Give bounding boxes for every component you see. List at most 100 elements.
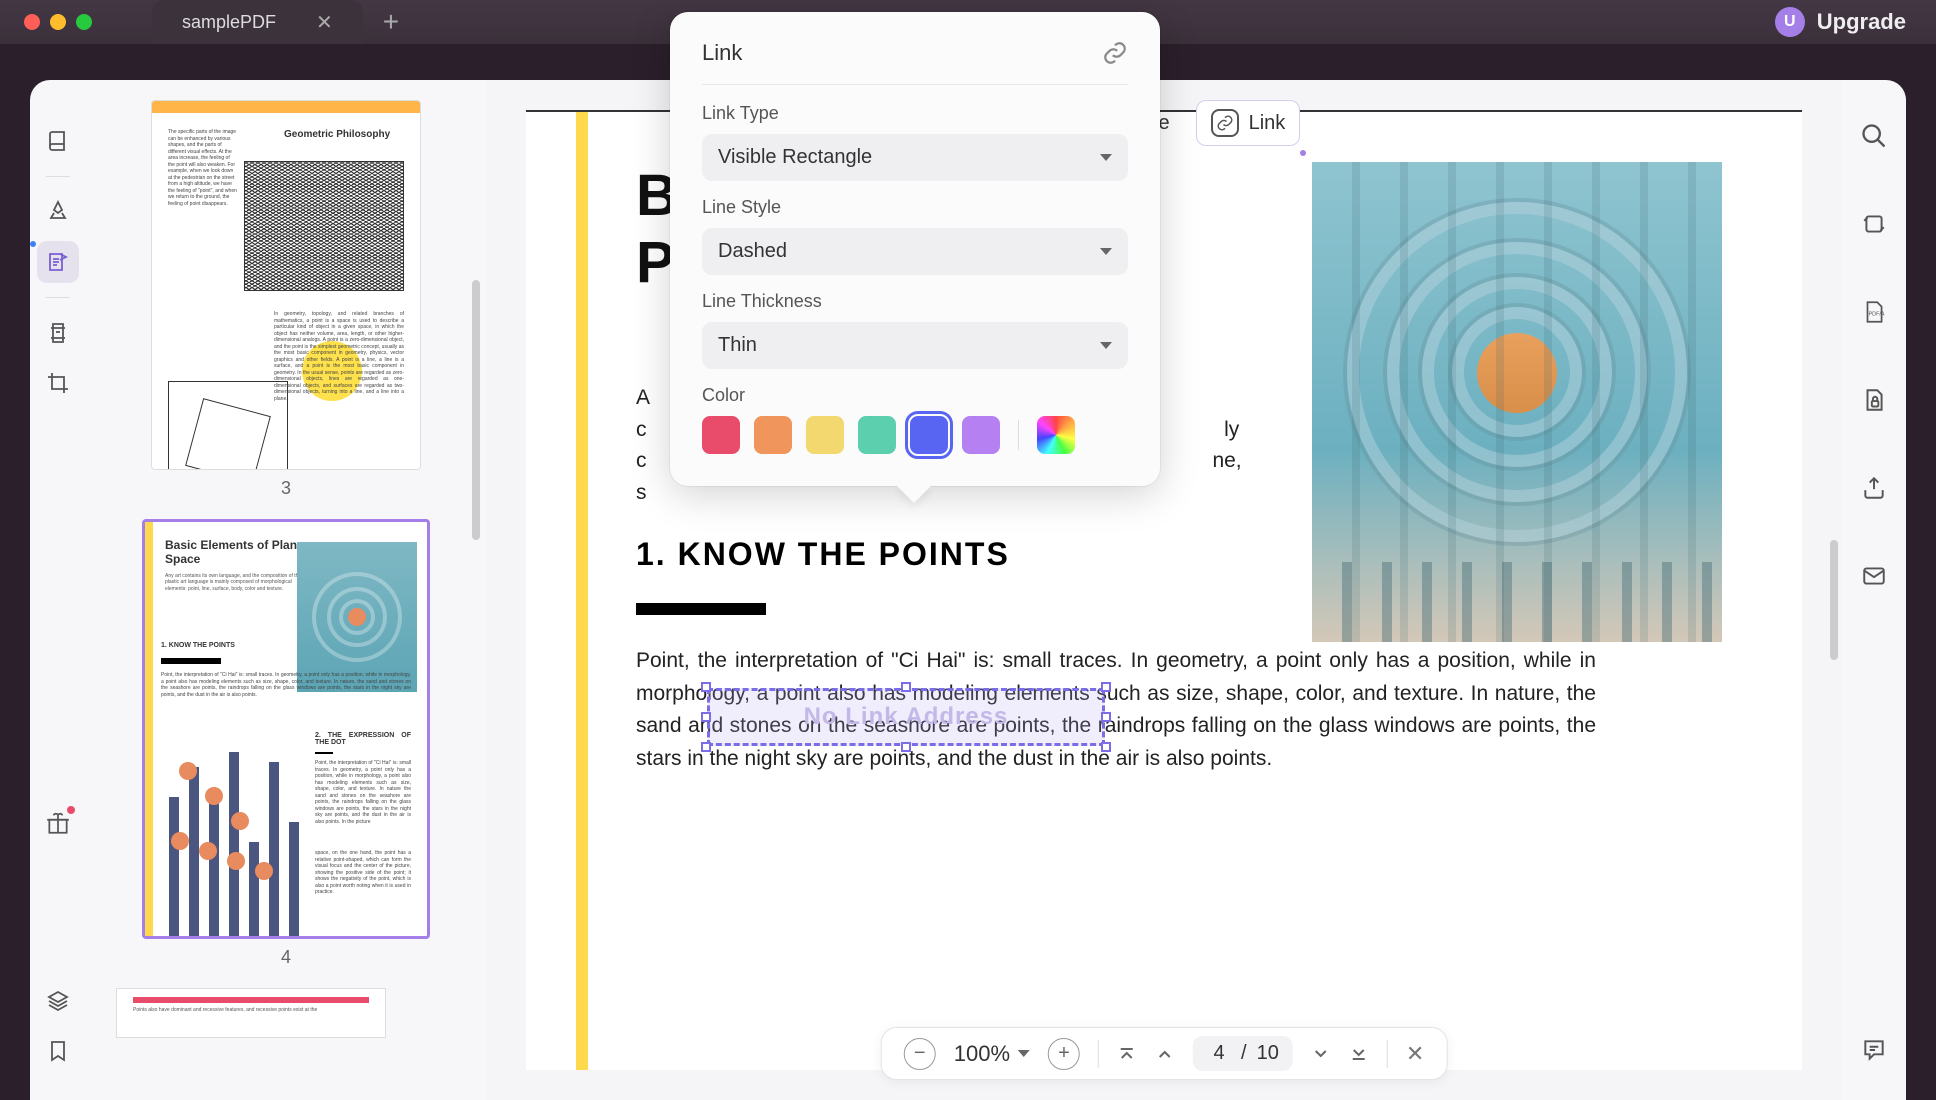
close-toolbar-button[interactable]: ✕ (1406, 1041, 1424, 1067)
page-image (1312, 162, 1722, 642)
layers-icon (46, 989, 70, 1013)
highlighter-tool[interactable] (37, 191, 79, 233)
comment-button[interactable] (1854, 1030, 1894, 1070)
thumb-text: Point, the interpretation of "Ci Hai" is… (315, 760, 411, 825)
thumbnail-page-5[interactable]: Points also have dominant and recessive … (116, 988, 456, 1038)
upgrade-button[interactable]: U Upgrade (1775, 7, 1906, 37)
crop-icon (46, 371, 70, 395)
separator (1018, 420, 1019, 450)
color-swatch-yellow[interactable] (806, 416, 844, 454)
link-label: Link (1249, 112, 1286, 135)
resize-handle-br[interactable] (1101, 742, 1111, 752)
add-tab-button[interactable]: + (383, 6, 399, 38)
chevron-down-icon (1100, 154, 1112, 161)
minimize-window-button[interactable] (50, 14, 66, 30)
color-swatch-red[interactable] (702, 416, 740, 454)
resize-handle-mr[interactable] (1101, 712, 1111, 722)
chevron-down-icon (1311, 1044, 1331, 1064)
thumb-text: Point, the interpretation of "Ci Hai" is… (161, 672, 411, 698)
active-tool-indicator (30, 241, 36, 247)
left-toolbar (30, 80, 86, 1100)
link-icon[interactable] (1102, 40, 1128, 66)
zoom-select[interactable]: 100% (954, 1041, 1030, 1067)
edit-icon (46, 250, 70, 274)
color-label: Color (702, 385, 1128, 406)
color-picker-button[interactable] (1037, 416, 1075, 454)
resize-handle-ml[interactable] (701, 712, 711, 722)
color-swatch-teal[interactable] (858, 416, 896, 454)
upgrade-badge-icon: U (1775, 7, 1805, 37)
section-bar (636, 603, 766, 615)
next-page-button[interactable] (1311, 1044, 1331, 1064)
rotate-button[interactable] (1854, 204, 1894, 244)
maximize-window-button[interactable] (76, 14, 92, 30)
document-tab[interactable]: samplePDF ✕ (152, 0, 363, 44)
thumb-heading: Geometric Philosophy (284, 129, 404, 140)
separator (46, 297, 70, 298)
thumbnail-page-4[interactable]: Basic Elements of Plane Space Any art co… (116, 519, 456, 968)
export-button[interactable] (1854, 468, 1894, 508)
color-swatch-blue[interactable] (910, 416, 948, 454)
current-page-input[interactable] (1207, 1042, 1231, 1065)
popup-header: Link (702, 40, 1128, 85)
resize-handle-tl[interactable] (701, 682, 711, 692)
gift-icon (45, 810, 71, 836)
resize-handle-tm[interactable] (901, 682, 911, 692)
thumbnail-preview: Points also have dominant and recessive … (116, 988, 386, 1038)
link-annotation-object[interactable]: No Link Address (707, 688, 1105, 746)
document-scrollbar[interactable] (1830, 540, 1838, 660)
window-controls (0, 14, 92, 30)
last-page-button[interactable] (1349, 1044, 1369, 1064)
resize-handle-bm[interactable] (901, 742, 911, 752)
chevron-bottom-icon (1349, 1044, 1369, 1064)
email-button[interactable] (1854, 556, 1894, 596)
forms-tool[interactable] (37, 312, 79, 354)
line-thickness-select[interactable]: Thin (702, 322, 1128, 369)
total-pages: 10 (1257, 1042, 1279, 1065)
file-lock-icon (1861, 387, 1887, 413)
thumb-text: Any art contains its own language, and t… (165, 573, 305, 593)
thumbnails-scrollbar[interactable] (472, 280, 480, 540)
book-tool[interactable] (37, 120, 79, 162)
edit-tool[interactable] (37, 241, 79, 283)
zoom-in-button[interactable]: + (1048, 1038, 1080, 1070)
link-properties-popup: Link Link Type Visible Rectangle Line St… (670, 12, 1160, 486)
link-type-select[interactable]: Visible Rectangle (702, 134, 1128, 181)
tab-row: samplePDF ✕ + (152, 0, 399, 44)
link-tool-button[interactable]: Link (1196, 100, 1301, 146)
close-tab-icon[interactable]: ✕ (316, 10, 333, 35)
prev-page-button[interactable] (1155, 1044, 1175, 1064)
lock-button[interactable] (1854, 380, 1894, 420)
highlighter-icon (46, 200, 70, 224)
color-row (702, 416, 1128, 454)
link-type-label: Link Type (702, 103, 1128, 124)
layers-tool[interactable] (37, 980, 79, 1022)
line-thickness-label: Line Thickness (702, 291, 1128, 312)
search-button[interactable] (1854, 116, 1894, 156)
gift-tool[interactable] (37, 802, 79, 844)
tab-label: samplePDF (182, 12, 276, 33)
line-style-select[interactable]: Dashed (702, 228, 1128, 275)
email-icon (1861, 563, 1887, 589)
export-icon (1861, 475, 1887, 501)
rotate-icon (1861, 211, 1887, 237)
zoom-out-button[interactable]: − (904, 1038, 936, 1070)
first-page-button[interactable] (1117, 1044, 1137, 1064)
resize-handle-bl[interactable] (701, 742, 711, 752)
chevron-top-icon (1117, 1044, 1137, 1064)
notification-dot-icon (67, 806, 75, 814)
resize-handle-tr[interactable] (1101, 682, 1111, 692)
comment-icon (1861, 1037, 1887, 1063)
pdfa-button[interactable]: PDF/A (1854, 292, 1894, 332)
thumb-text: Points also have dominant and recessive … (133, 1007, 369, 1013)
thumbnail-page-3[interactable]: Geometric Philosophy The specific parts … (116, 100, 456, 499)
color-swatch-orange[interactable] (754, 416, 792, 454)
crop-tool[interactable] (37, 362, 79, 404)
close-window-button[interactable] (24, 14, 40, 30)
color-swatch-purple[interactable] (962, 416, 1000, 454)
line-style-value: Dashed (718, 240, 787, 263)
bookmark-tool[interactable] (37, 1030, 79, 1072)
chevron-up-icon (1155, 1044, 1175, 1064)
thumb-heading: Basic Elements of Plane Space (165, 538, 305, 567)
link-placeholder-text: No Link Address (804, 703, 1009, 731)
